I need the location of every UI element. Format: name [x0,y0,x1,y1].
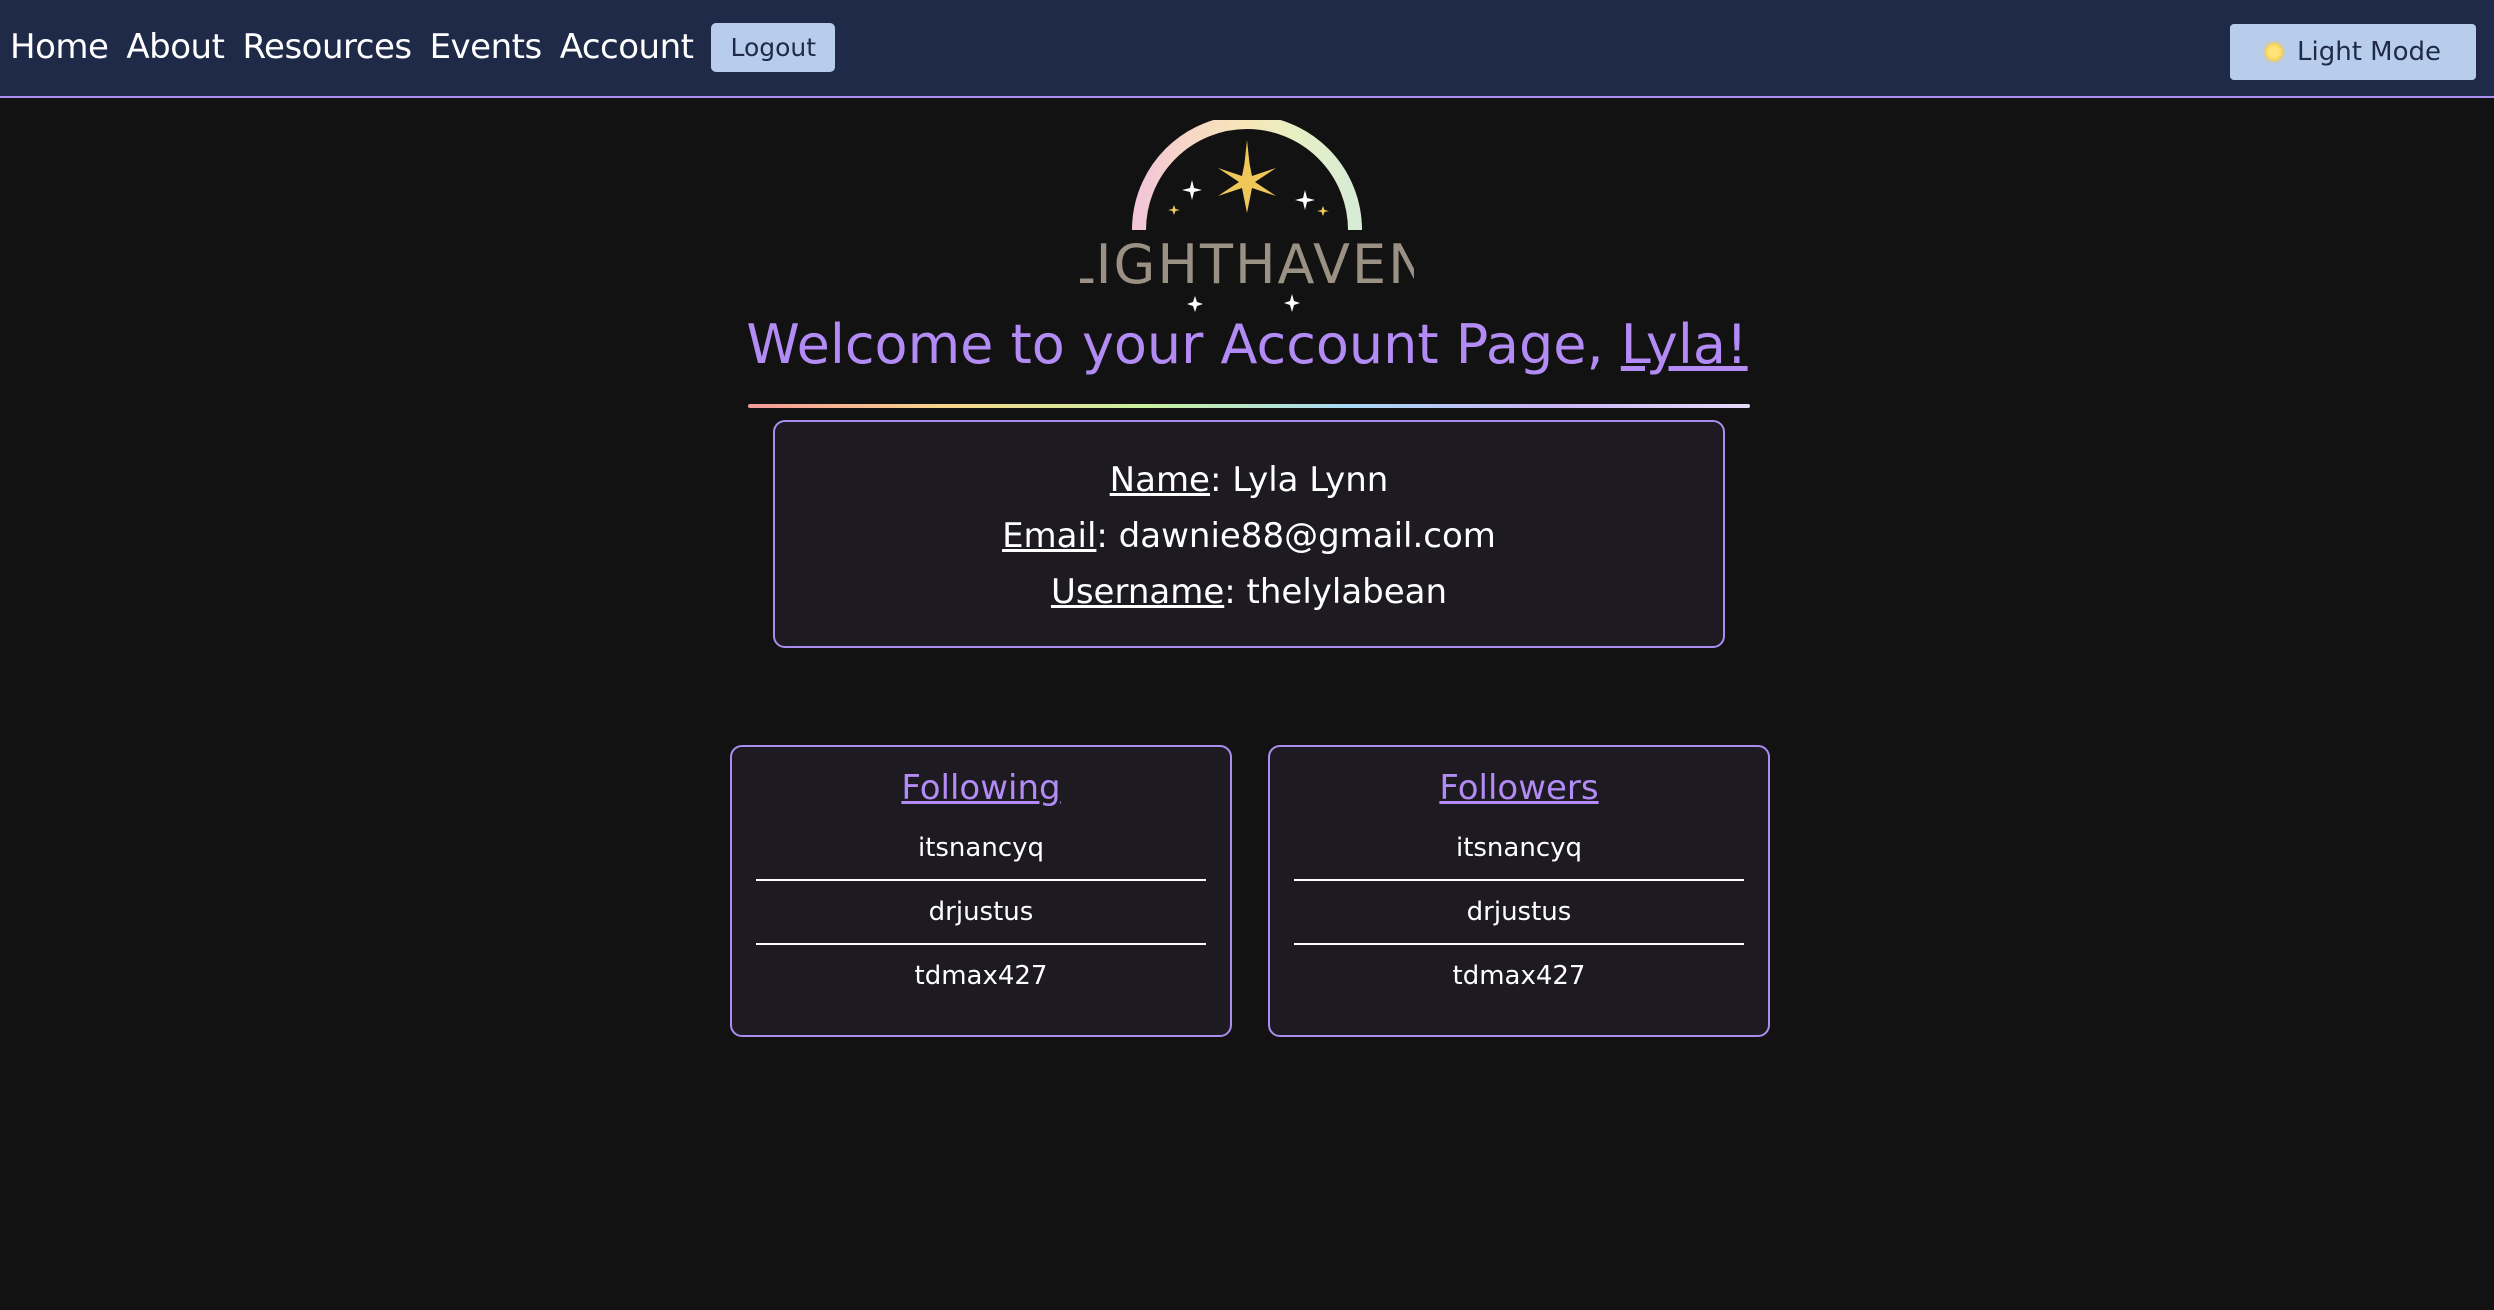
nav-link-resources[interactable]: Resources [242,20,412,74]
profile-name-row: Name: Lyla Lynn [775,452,1723,508]
name-label: Name [1109,460,1210,500]
name-value: : Lyla Lynn [1209,460,1389,500]
email-label: Email [1002,516,1097,556]
following-card: Following itsnancyq drjustus tdmax427 [730,745,1232,1037]
profile-username-row: Username: thelylabean [775,564,1723,620]
following-title-link[interactable]: Following [756,765,1206,811]
following-list-item[interactable]: drjustus [756,881,1206,945]
followers-list-item[interactable]: itsnancyq [1294,817,1744,881]
nav-link-events[interactable]: Events [430,20,543,74]
sun-icon [2265,43,2283,61]
light-mode-label: Light Mode [2297,37,2441,67]
nav-links: Home About Resources Events Account Logo… [10,20,836,74]
light-mode-toggle[interactable]: Light Mode [2230,24,2476,80]
username-value: : thelylabean [1224,572,1448,612]
followers-list-item[interactable]: drjustus [1294,881,1744,945]
followers-card: Followers itsnancyq drjustus tdmax427 [1268,745,1770,1037]
lighthaven-logo: LIGHTHAVEN [1080,120,1414,312]
logout-button[interactable]: Logout [711,22,836,72]
nav-link-about[interactable]: About [126,20,225,74]
svg-text:LIGHTHAVEN: LIGHTHAVEN [1080,233,1414,296]
rainbow-divider [748,404,1750,408]
profile-email-row: Email: dawnie88@gmail.com [775,508,1723,564]
star-icon [1218,140,1276,213]
welcome-heading: Welcome to your Account Page, Lyla! [0,310,2494,380]
nav-link-home[interactable]: Home [10,20,109,74]
followers-list-item[interactable]: tdmax427 [1294,945,1744,1007]
profile-info-card: Name: Lyla Lynn Email: dawnie88@gmail.co… [773,420,1725,648]
top-navbar: Home About Resources Events Account Logo… [0,0,2494,98]
nav-link-account[interactable]: Account [560,20,694,74]
following-list-item[interactable]: tdmax427 [756,945,1206,1007]
welcome-username-link[interactable]: Lyla! [1621,313,1748,376]
email-value: : dawnie88@gmail.com [1096,516,1496,556]
username-label: Username [1050,572,1225,612]
followers-title-link[interactable]: Followers [1294,765,1744,811]
welcome-text: Welcome to your Account Page, [746,313,1621,376]
following-list-item[interactable]: itsnancyq [756,817,1206,881]
